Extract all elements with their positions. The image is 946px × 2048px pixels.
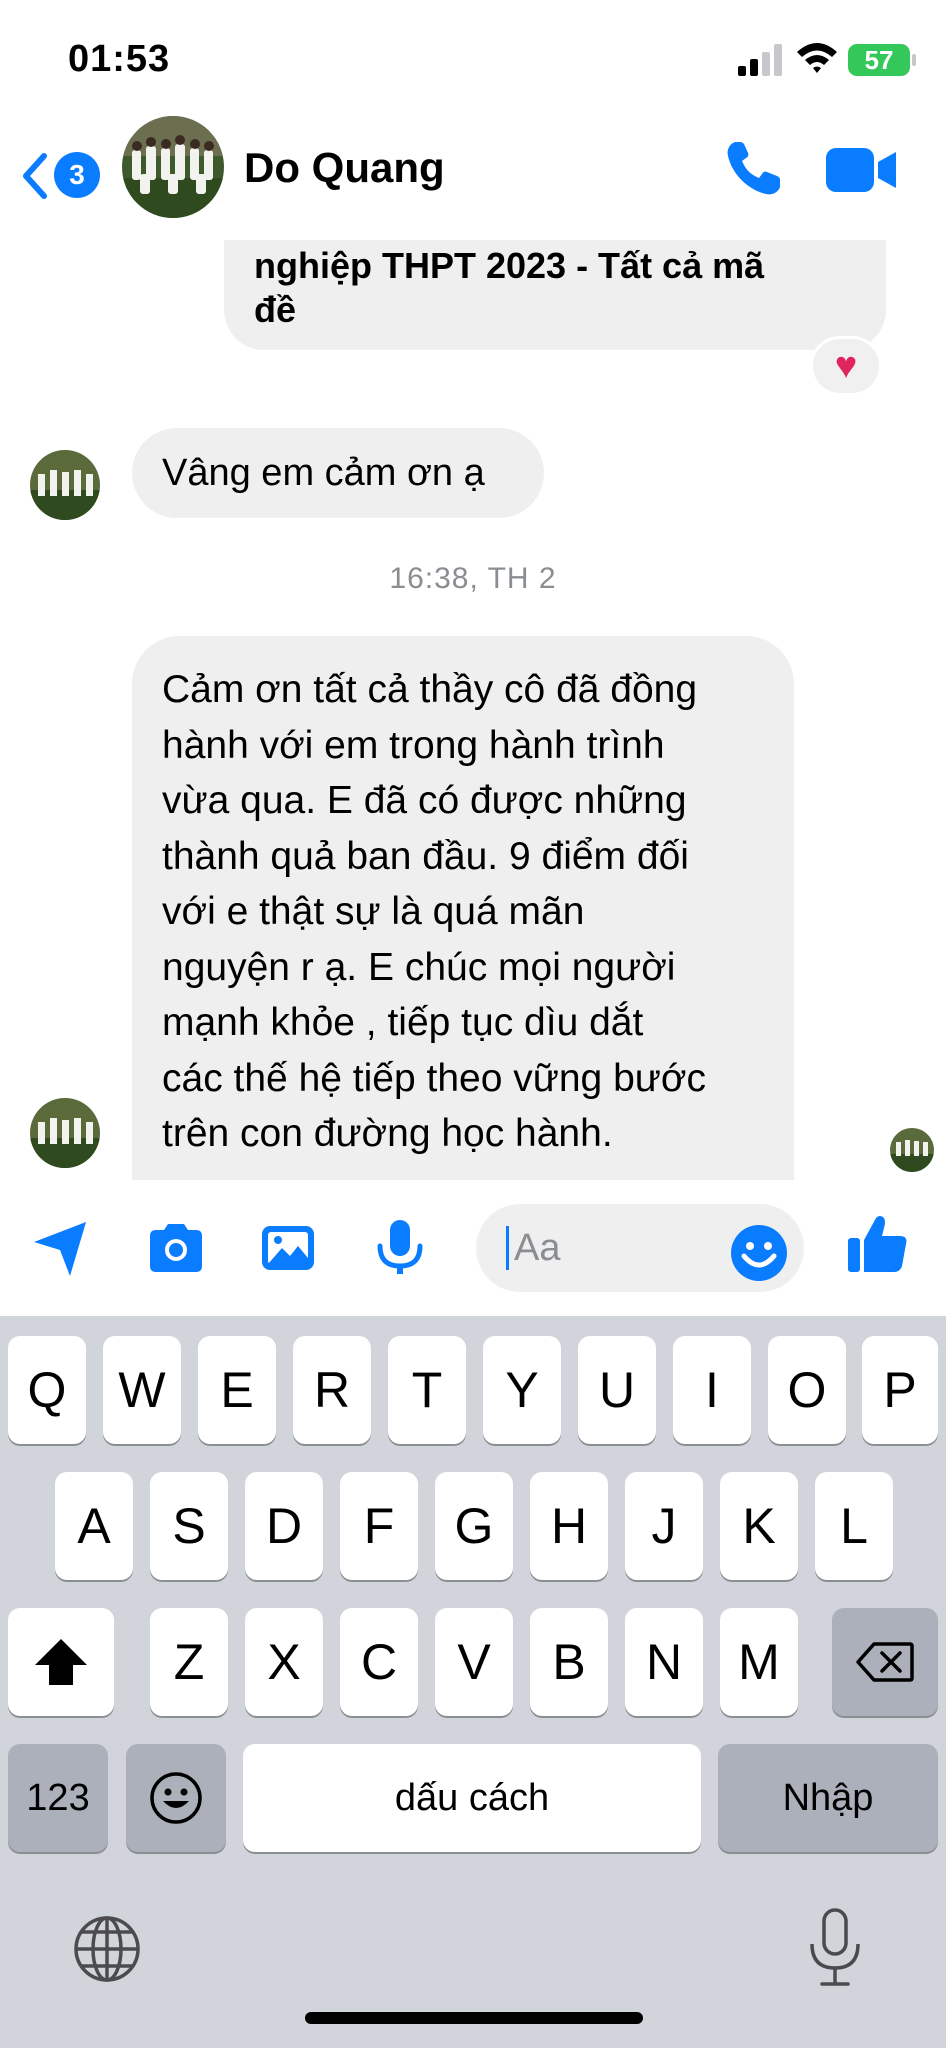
contact-avatar[interactable] bbox=[122, 116, 224, 218]
camera-icon[interactable] bbox=[146, 1218, 206, 1278]
dictation-mic-icon[interactable] bbox=[806, 1908, 864, 1988]
message-list[interactable]: nghiệp THPT 2023 - Tất cả mã đề ♥ Vâng e… bbox=[0, 240, 946, 1180]
composer-bar: Aa bbox=[0, 1180, 946, 1316]
key-h[interactable]: H bbox=[530, 1472, 608, 1580]
key-n[interactable]: N bbox=[625, 1608, 703, 1716]
battery-indicator: 57 bbox=[848, 44, 916, 76]
shift-key[interactable] bbox=[8, 1608, 114, 1716]
key-o[interactable]: O bbox=[768, 1336, 846, 1444]
key-d[interactable]: D bbox=[245, 1472, 323, 1580]
status-bar: 01:53 57 bbox=[0, 0, 946, 110]
key-x[interactable]: X bbox=[245, 1608, 323, 1716]
wifi-icon bbox=[797, 43, 837, 73]
microphone-icon[interactable] bbox=[370, 1218, 430, 1278]
key-s[interactable]: S bbox=[150, 1472, 228, 1580]
key-c[interactable]: C bbox=[340, 1608, 418, 1716]
send-location-icon[interactable] bbox=[30, 1218, 90, 1278]
phone-icon[interactable] bbox=[722, 138, 784, 200]
back-button[interactable]: 3 bbox=[20, 142, 110, 206]
video-camera-icon[interactable] bbox=[826, 144, 898, 196]
message-timestamp: 16:38, TH 2 bbox=[389, 562, 557, 595]
keyboard: Q W E R T Y U I O P A S D F G H J K L Z … bbox=[0, 1316, 946, 2048]
shift-icon bbox=[35, 1639, 87, 1685]
message-bubble-outgoing[interactable]: nghiệp THPT 2023 - Tất cả mã đề bbox=[224, 240, 886, 350]
return-key[interactable]: Nhập bbox=[718, 1744, 938, 1852]
key-p[interactable]: P bbox=[862, 1336, 938, 1444]
message-bubble-incoming[interactable]: Cảm ơn tất cả thầy cô đã đồng hành với e… bbox=[132, 636, 794, 1180]
key-a[interactable]: A bbox=[55, 1472, 133, 1580]
key-k[interactable]: K bbox=[720, 1472, 798, 1580]
emoji-keyboard-icon bbox=[150, 1772, 202, 1824]
key-y[interactable]: Y bbox=[483, 1336, 561, 1444]
key-u[interactable]: U bbox=[578, 1336, 656, 1444]
cellular-signal-icon bbox=[738, 44, 782, 76]
key-b[interactable]: B bbox=[530, 1608, 608, 1716]
text-caret bbox=[506, 1226, 509, 1270]
sender-avatar[interactable] bbox=[30, 450, 100, 520]
thumbs-up-icon[interactable] bbox=[846, 1212, 910, 1276]
key-g[interactable]: G bbox=[435, 1472, 513, 1580]
key-m[interactable]: M bbox=[720, 1608, 798, 1716]
seen-indicator-avatar bbox=[890, 1128, 934, 1172]
back-chevron-icon bbox=[23, 153, 47, 199]
heart-reaction[interactable]: ♥ bbox=[810, 336, 882, 396]
message-bubble-incoming[interactable]: Vâng em cảm ơn ạ bbox=[132, 428, 544, 518]
message-text: nghiệp THPT 2023 - Tất cả mã đề bbox=[254, 245, 765, 330]
key-l[interactable]: L bbox=[815, 1472, 893, 1580]
message-input-placeholder: Aa bbox=[514, 1227, 561, 1269]
key-z[interactable]: Z bbox=[150, 1608, 228, 1716]
backspace-key[interactable] bbox=[832, 1608, 938, 1716]
contact-name[interactable]: Do Quang bbox=[244, 144, 445, 192]
status-time: 01:53 bbox=[68, 38, 171, 80]
globe-icon[interactable] bbox=[72, 1914, 142, 1984]
numbers-key[interactable]: 123 bbox=[8, 1744, 108, 1852]
key-j[interactable]: J bbox=[625, 1472, 703, 1580]
key-r[interactable]: R bbox=[293, 1336, 371, 1444]
sender-avatar[interactable] bbox=[30, 1098, 100, 1168]
key-i[interactable]: I bbox=[673, 1336, 751, 1444]
emoji-keyboard-key[interactable] bbox=[126, 1744, 226, 1852]
unread-count-badge: 3 bbox=[54, 152, 100, 198]
key-w[interactable]: W bbox=[103, 1336, 181, 1444]
key-t[interactable]: T bbox=[388, 1336, 466, 1444]
conversation-header: 3 Do Quang bbox=[0, 110, 946, 240]
gallery-icon[interactable] bbox=[258, 1218, 318, 1278]
key-v[interactable]: V bbox=[435, 1608, 513, 1716]
emoji-icon[interactable] bbox=[730, 1224, 788, 1282]
backspace-icon bbox=[856, 1642, 914, 1682]
message-text: Cảm ơn tất cả thầy cô đã đồng hành với e… bbox=[162, 668, 706, 1155]
home-indicator[interactable] bbox=[305, 2012, 643, 2024]
space-key[interactable]: dấu cách bbox=[243, 1744, 701, 1852]
key-e[interactable]: E bbox=[198, 1336, 276, 1444]
key-q[interactable]: Q bbox=[8, 1336, 86, 1444]
key-f[interactable]: F bbox=[340, 1472, 418, 1580]
